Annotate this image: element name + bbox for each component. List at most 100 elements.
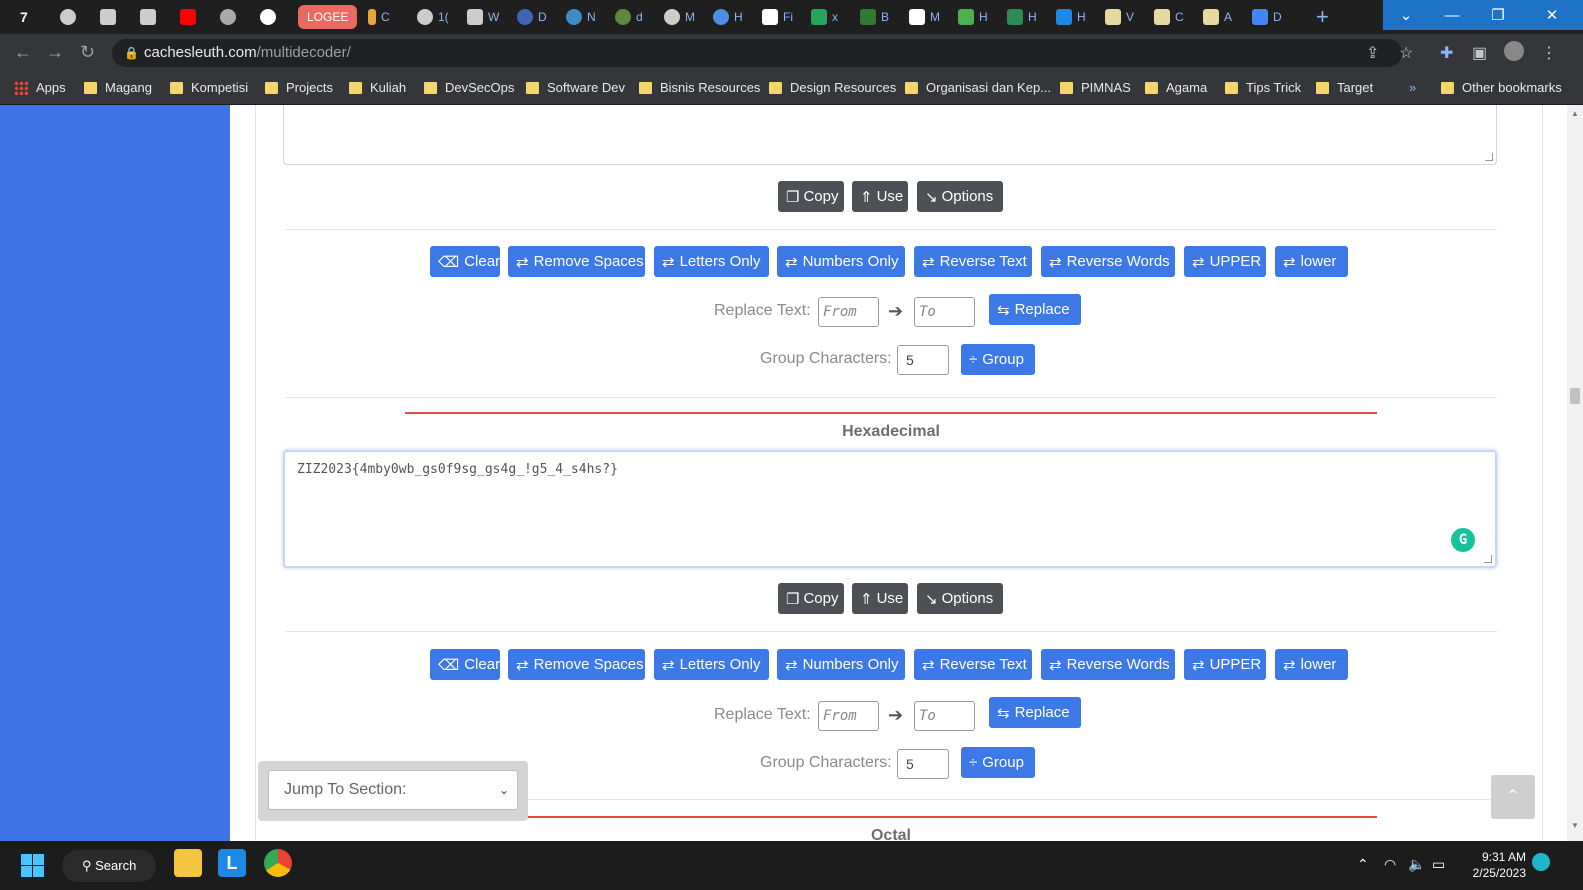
lower-button[interactable]: ⇄ lower bbox=[1275, 649, 1348, 680]
tab[interactable]: Fi bbox=[762, 5, 793, 29]
remove-spaces-button[interactable]: ⇄ Remove Spaces bbox=[508, 246, 645, 277]
minimize-button[interactable]: — bbox=[1429, 0, 1475, 30]
reverse-text-button[interactable]: ⇄ Reverse Text bbox=[914, 649, 1032, 680]
tab[interactable]: x bbox=[811, 5, 838, 29]
tab[interactable]: W bbox=[467, 5, 499, 29]
tab[interactable]: M bbox=[909, 5, 940, 29]
replace-button[interactable]: ⇆ Replace bbox=[989, 697, 1081, 728]
more-bookmarks-button[interactable]: » bbox=[1409, 80, 1416, 95]
bookmark-folder[interactable]: Target bbox=[1316, 80, 1373, 95]
upper-button[interactable]: ⇄ UPPER bbox=[1184, 649, 1266, 680]
tab[interactable] bbox=[100, 5, 121, 29]
replace-from-input[interactable]: From bbox=[818, 701, 879, 731]
bookmark-folder[interactable]: Software Dev bbox=[526, 80, 625, 95]
other-bookmarks[interactable]: Other bookmarks bbox=[1441, 80, 1562, 95]
bookmark-folder[interactable]: Tips Trick bbox=[1225, 80, 1301, 95]
wifi-icon[interactable]: ◠ bbox=[1384, 856, 1396, 873]
back-icon[interactable]: ← bbox=[14, 42, 32, 63]
scrollbar-thumb[interactable] bbox=[1570, 388, 1580, 404]
bookmark-folder[interactable]: PIMNAS bbox=[1060, 80, 1131, 95]
profile-avatar[interactable] bbox=[1504, 41, 1524, 61]
reverse-text-button[interactable]: ⇄ Reverse Text bbox=[914, 246, 1032, 277]
address-bar[interactable]: 🔒 cachesleuth.com/multidecoder/ bbox=[112, 39, 1402, 67]
tab[interactable]: d bbox=[615, 5, 643, 29]
tab-search-button[interactable]: ⌄ bbox=[1383, 0, 1429, 30]
vertical-scrollbar[interactable]: ▲ ▼ bbox=[1567, 105, 1583, 841]
clock[interactable]: 9:31 AM 2/25/2023 bbox=[1470, 849, 1526, 881]
bookmark-folder[interactable]: Projects bbox=[265, 80, 333, 95]
menu-kebab-icon[interactable]: ⋮ bbox=[1541, 43, 1557, 63]
clear-button[interactable]: ⌫ Clear bbox=[430, 246, 500, 277]
file-explorer-icon[interactable] bbox=[174, 849, 202, 877]
bookmark-apps[interactable]: Apps bbox=[14, 80, 66, 95]
bookmark-folder[interactable]: Kuliah bbox=[349, 80, 406, 95]
tab[interactable]: 7 bbox=[20, 5, 28, 29]
replace-button[interactable]: ⇆ Replace bbox=[989, 294, 1081, 325]
tab[interactable] bbox=[260, 5, 281, 29]
battery-icon[interactable]: ▭ bbox=[1432, 856, 1445, 873]
tab[interactable]: D bbox=[1252, 5, 1282, 29]
close-window-button[interactable]: ✕ bbox=[1521, 0, 1583, 30]
grammarly-icon[interactable]: G bbox=[1451, 528, 1475, 552]
bookmark-star-icon[interactable]: ☆ bbox=[1399, 43, 1413, 63]
tab[interactable]: 1( bbox=[417, 5, 449, 29]
group-button[interactable]: ÷ Group bbox=[961, 747, 1035, 778]
copy-button[interactable]: ❐ Copy bbox=[778, 583, 844, 614]
tab-active[interactable]: LOGEE bbox=[298, 5, 358, 29]
numbers-only-button[interactable]: ⇄ Numbers Only bbox=[777, 246, 905, 277]
reload-icon[interactable]: ↻ bbox=[80, 42, 95, 63]
restore-button[interactable]: ❐ bbox=[1475, 0, 1521, 30]
new-tab-button[interactable]: + bbox=[1316, 4, 1329, 30]
group-size-input[interactable]: 5 bbox=[897, 749, 949, 779]
options-button[interactable]: ↘ Options bbox=[917, 583, 1003, 614]
app-l-icon[interactable]: L bbox=[218, 849, 246, 877]
side-panel-icon[interactable]: ▣ bbox=[1472, 43, 1487, 63]
forward-icon[interactable]: → bbox=[46, 42, 64, 63]
lower-button[interactable]: ⇄ lower bbox=[1275, 246, 1348, 277]
jump-to-section-select[interactable]: Jump To Section: ⌄ bbox=[268, 770, 518, 810]
tab[interactable] bbox=[140, 5, 161, 29]
tab[interactable]: B bbox=[860, 5, 889, 29]
reverse-words-button[interactable]: ⇄ Reverse Words bbox=[1041, 649, 1175, 680]
bookmark-folder[interactable]: Bisnis Resources bbox=[639, 80, 760, 95]
scroll-down-icon[interactable]: ▼ bbox=[1571, 821, 1579, 830]
scroll-up-icon[interactable]: ▲ bbox=[1571, 109, 1579, 118]
letters-only-button[interactable]: ⇄ Letters Only bbox=[654, 246, 769, 277]
chrome-icon[interactable] bbox=[264, 849, 292, 877]
tab[interactable] bbox=[180, 5, 201, 29]
volume-icon[interactable]: 🔈 bbox=[1408, 856, 1425, 873]
tab[interactable]: H bbox=[958, 5, 988, 29]
replace-to-input[interactable]: To bbox=[914, 701, 975, 731]
remove-spaces-button[interactable]: ⇄ Remove Spaces bbox=[508, 649, 645, 680]
share-icon[interactable]: ⇪ bbox=[1366, 43, 1379, 63]
resize-handle[interactable] bbox=[1484, 555, 1492, 563]
tab[interactable]: H bbox=[1056, 5, 1086, 29]
letters-only-button[interactable]: ⇄ Letters Only bbox=[654, 649, 769, 680]
options-button[interactable]: ↘ Options bbox=[917, 181, 1003, 212]
notification-icon[interactable] bbox=[1532, 853, 1550, 871]
chevron-up-icon[interactable]: ⌃ bbox=[1357, 856, 1369, 873]
windows-start-icon[interactable] bbox=[21, 854, 44, 877]
use-button[interactable]: ⇑ Use bbox=[852, 583, 908, 614]
replace-to-input[interactable]: To bbox=[914, 297, 975, 327]
tab[interactable]: A bbox=[1203, 5, 1232, 29]
tab[interactable]: H bbox=[713, 5, 743, 29]
tab[interactable]: C bbox=[368, 5, 390, 29]
replace-from-input[interactable]: From bbox=[818, 297, 879, 327]
bookmark-folder[interactable]: Organisasi dan Kep... bbox=[905, 80, 1051, 95]
resize-handle[interactable] bbox=[1485, 153, 1493, 161]
numbers-only-button[interactable]: ⇄ Numbers Only bbox=[777, 649, 905, 680]
tab[interactable]: N bbox=[566, 5, 596, 29]
back-to-top-button[interactable]: ⌃ bbox=[1491, 775, 1535, 819]
copy-button[interactable]: ❐ Copy bbox=[778, 181, 844, 212]
tab[interactable]: C bbox=[1154, 5, 1184, 29]
tab[interactable]: M bbox=[664, 5, 695, 29]
tab[interactable] bbox=[220, 5, 241, 29]
tab[interactable]: D bbox=[517, 5, 547, 29]
bookmark-folder[interactable]: Kompetisi bbox=[170, 80, 248, 95]
extensions-icon[interactable]: ✚ bbox=[1440, 43, 1453, 63]
clear-button[interactable]: ⌫ Clear bbox=[430, 649, 500, 680]
bookmark-folder[interactable]: Design Resources bbox=[769, 80, 896, 95]
tab[interactable]: V bbox=[1105, 5, 1134, 29]
previous-text-area[interactable] bbox=[283, 105, 1497, 165]
